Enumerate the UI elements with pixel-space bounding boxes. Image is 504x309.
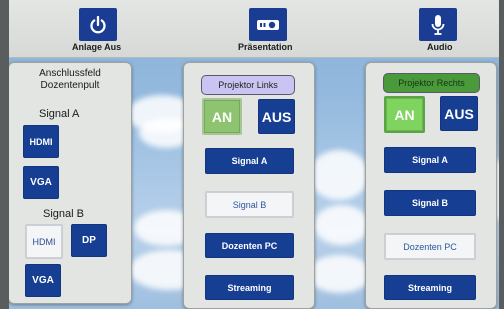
power-button[interactable] [79,8,117,41]
audio-button[interactable] [419,8,457,41]
projector-left-signal-a-button[interactable]: Signal A [205,148,294,174]
power-icon [90,15,106,33]
projector-left-dozenten-pc-button[interactable]: Dozenten PC [205,233,294,258]
projector-right-dozenten-pc-button[interactable]: Dozenten PC [384,233,476,260]
projector-right-on-button[interactable]: AN [384,96,425,133]
presentation-button[interactable] [249,8,287,41]
projector-left-off-button[interactable]: AUS [258,99,295,134]
projector-right-panel: Projektor Rechts AN AUS Signal A Signal … [365,62,497,309]
projector-left-panel: Projektor Links AN AUS Signal A Signal B… [183,62,315,309]
projector-left-streaming-button[interactable]: Streaming [205,275,294,300]
signal-b-label: Signal B [43,208,84,220]
projector-right-title: Projektor Rechts [383,73,480,93]
touch-screen: Anlage Aus Präsentation Audio Anschlussf… [9,0,499,309]
projector-left-on-button[interactable]: AN [202,98,242,135]
signal-a-hdmi-button[interactable]: HDMI [23,125,59,158]
projector-left-title: Projektor Links [201,75,295,95]
projector-right-signal-a-button[interactable]: Signal A [384,147,476,173]
signal-a-vga-button[interactable]: VGA [23,166,59,199]
signal-b-vga-button[interactable]: VGA [25,264,61,297]
signal-b-dp-button[interactable]: DP [71,224,107,257]
microphone-icon [431,14,445,35]
audio-label: Audio [427,42,453,52]
top-bar: Anlage Aus Präsentation Audio [9,0,499,58]
signal-a-label: Signal A [39,108,80,120]
panel-title-line1: Anschlussfeld [39,68,101,79]
projector-right-signal-b-button[interactable]: Signal B [384,190,476,216]
projector-left-signal-b-button[interactable]: Signal B [205,191,294,218]
signal-b-hdmi-button[interactable]: HDMI [25,224,63,259]
connection-panel: Anschlussfeld Dozentenpult Signal A HDMI… [9,62,132,304]
projector-icon [257,19,279,30]
projector-right-off-button[interactable]: AUS [440,96,478,131]
power-label: Anlage Aus [72,42,122,52]
panel-title-line2: Dozentenpult [40,80,100,91]
projector-right-streaming-button[interactable]: Streaming [384,275,476,300]
presentation-label: Präsentation [238,42,293,52]
